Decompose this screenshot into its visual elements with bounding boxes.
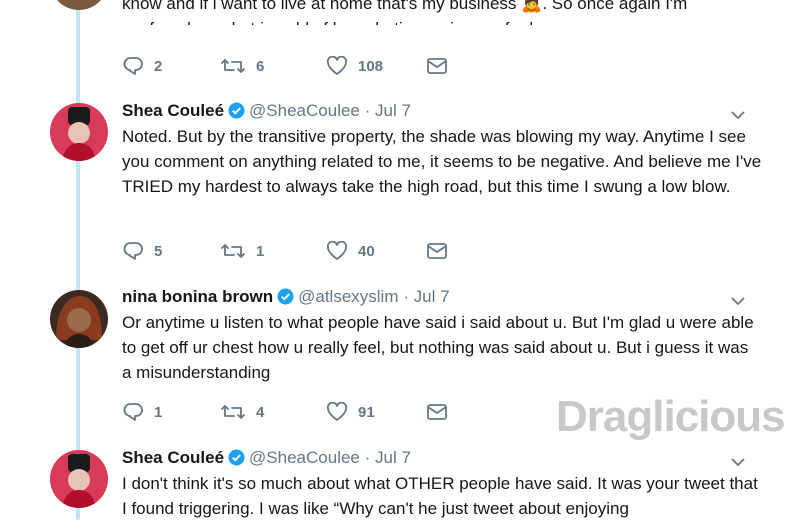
tweet-header: nina bonina brown @atlsexyslim · Jul 7 [122, 285, 450, 309]
user-name[interactable]: nina bonina brown [122, 287, 273, 306]
reply-count: 5 [154, 242, 163, 260]
tweet-date[interactable]: Jul 7 [414, 287, 450, 306]
watermark-logo: Draglicious [556, 392, 786, 441]
reply-icon [123, 403, 143, 421]
retweet-icon [221, 405, 245, 419]
retweet-count: 4 [256, 403, 265, 421]
reply-icon [123, 242, 143, 260]
retweet-icon [221, 59, 245, 73]
retweet-button[interactable]: 4 [220, 400, 264, 424]
reply-button[interactable]: 2 [122, 54, 162, 78]
reply-icon [123, 57, 143, 75]
tweet-text: know and if i want to live at home that'… [122, 0, 688, 25]
like-count: 108 [358, 57, 384, 75]
like-icon [326, 402, 348, 421]
avatar[interactable] [50, 450, 108, 508]
separator-dot: · [364, 448, 371, 467]
tweet-date[interactable]: Jul 7 [375, 101, 411, 120]
verified-icon [228, 449, 245, 466]
retweet-button[interactable]: 6 [220, 54, 264, 78]
like-button[interactable]: 91 [326, 400, 375, 424]
retweet-count: 6 [256, 57, 265, 75]
caret-down-icon[interactable] [730, 293, 746, 309]
avatar[interactable] [50, 290, 108, 348]
tweet-date[interactable]: Jul 7 [375, 448, 411, 467]
like-count: 91 [358, 403, 375, 421]
caret-down-icon[interactable] [730, 107, 746, 123]
message-icon [427, 58, 447, 74]
message-button[interactable] [426, 54, 458, 78]
separator-dot: · [403, 287, 409, 306]
reply-button[interactable]: 1 [122, 400, 162, 424]
avatar[interactable] [50, 103, 108, 161]
retweet-count: 1 [256, 242, 265, 260]
retweet-button[interactable]: 1 [220, 239, 264, 263]
tweet-text: Or anytime u listen to what people have … [122, 313, 754, 382]
tweet-text: I don't think it's so much about what OT… [122, 474, 758, 518]
message-icon [427, 404, 447, 420]
like-icon [326, 241, 348, 260]
tweet-text: Noted. But by the transitive property, t… [122, 127, 762, 196]
user-name[interactable]: Shea Couleé [122, 448, 224, 467]
separator-dot: · [364, 101, 371, 120]
message-icon [427, 243, 447, 259]
tweet-header: Shea Couleé @SheaCoulee · Jul 7 [122, 446, 411, 470]
retweet-icon [221, 244, 245, 258]
message-button[interactable] [426, 400, 458, 424]
like-icon [326, 56, 348, 75]
tweet-header: Shea Couleé @SheaCoulee · Jul 7 [122, 99, 411, 123]
like-button[interactable]: 40 [326, 239, 375, 263]
user-handle[interactable]: @atlsexyslim [298, 287, 398, 306]
reply-count: 2 [154, 57, 163, 75]
verified-icon [228, 102, 245, 119]
caret-down-icon[interactable] [730, 454, 746, 470]
message-button[interactable] [426, 239, 458, 263]
thread-line [76, 0, 80, 520]
verified-icon [277, 288, 294, 305]
reply-count: 1 [154, 403, 163, 421]
user-handle[interactable]: @SheaCoulee [249, 448, 360, 467]
like-button[interactable]: 108 [326, 54, 383, 78]
user-name[interactable]: Shea Couleé [122, 101, 224, 120]
avatar[interactable] [50, 0, 108, 10]
user-handle[interactable]: @SheaCoulee [249, 101, 360, 120]
like-count: 40 [358, 242, 375, 260]
reply-button[interactable]: 5 [122, 239, 162, 263]
